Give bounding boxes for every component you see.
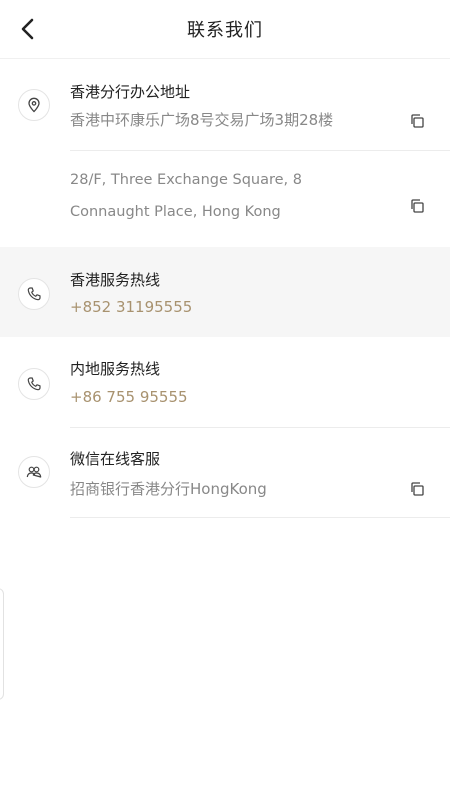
wechat-title: 微信在线客服 (70, 450, 161, 468)
hk-hotline-number[interactable]: +852 31195555 (70, 298, 192, 316)
address-english-line2: Connaught Place, Hong Kong (70, 204, 281, 220)
back-button[interactable] (8, 9, 48, 49)
mainland-hotline-row[interactable]: 内地服务热线 +86 755 95555 (0, 338, 450, 427)
address-chinese: 香港中环康乐广场8号交易广场3期28楼 (70, 111, 334, 129)
phone-icon (27, 287, 41, 301)
copy-icon (411, 114, 424, 128)
address-english-row: 28/F, Three Exchange Square, 8 Connaught… (0, 151, 450, 247)
chevron-left-icon (21, 18, 34, 40)
phone-icon-badge (18, 278, 50, 310)
nav-header: 联系我们 (0, 0, 450, 58)
copy-wechat-button[interactable] (405, 477, 429, 501)
floating-side-handle[interactable] (0, 588, 4, 700)
contact-us-page: 联系我们 香港分行办公地址 香港中环康乐广场8号交易广场3期28楼 28/F, … (0, 0, 450, 800)
copy-address-english-button[interactable] (405, 194, 429, 218)
address-title: 香港分行办公地址 (70, 83, 191, 101)
address-row: 香港分行办公地址 香港中环康乐广场8号交易广场3期28楼 (0, 59, 450, 151)
people-icon (26, 466, 42, 478)
copy-icon (411, 482, 424, 496)
location-icon-badge (18, 89, 50, 121)
address-english-line1: 28/F, Three Exchange Square, 8 (70, 172, 302, 188)
phone-icon (27, 377, 41, 391)
mainland-hotline-title: 内地服务热线 (70, 360, 161, 378)
location-pin-icon (28, 97, 40, 113)
divider (70, 517, 450, 518)
wechat-icon-badge (18, 456, 50, 488)
wechat-row: 微信在线客服 招商银行香港分行HongKong (0, 428, 450, 517)
hk-hotline-title: 香港服务热线 (70, 271, 161, 289)
copy-icon (411, 199, 424, 213)
wechat-account: 招商银行香港分行HongKong (70, 480, 267, 498)
mainland-hotline-number[interactable]: +86 755 95555 (70, 388, 188, 406)
phone-icon-badge (18, 368, 50, 400)
copy-address-chinese-button[interactable] (405, 109, 429, 133)
hk-hotline-row[interactable]: 香港服务热线 +852 31195555 (0, 247, 450, 337)
page-title: 联系我们 (187, 20, 263, 41)
